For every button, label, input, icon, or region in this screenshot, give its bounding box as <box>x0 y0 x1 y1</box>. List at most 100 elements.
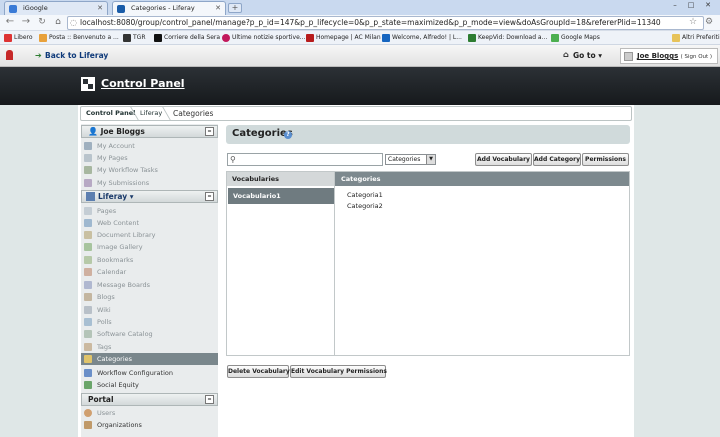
home-icon[interactable]: ⌂ <box>52 16 64 29</box>
bookmark-google-maps[interactable]: Google Maps <box>551 33 600 43</box>
edit-vocabulary-permissions-button[interactable]: Edit Vocabulary Permissions <box>290 365 387 378</box>
bookmark-label: Welcome, Alfredo! | L... <box>392 34 462 41</box>
tab-categories-liferay[interactable]: Categories - Liferay ✕ <box>112 1 226 15</box>
corriere-icon <box>154 34 162 42</box>
delete-vocabulary-button[interactable]: Delete Vocabulary <box>227 365 290 378</box>
sidebar-item-message-boards[interactable]: Message Boards <box>84 279 216 291</box>
sidebar-item-image-gallery[interactable]: Image Gallery <box>84 241 216 253</box>
users-icon <box>84 409 92 417</box>
sidebar-item-label: Workflow Configuration <box>97 369 173 377</box>
sidebar-item-workflow-configuration[interactable]: Workflow Configuration <box>84 367 216 379</box>
collapse-toggle[interactable]: – <box>205 395 214 404</box>
sidebar-item-pages[interactable]: Pages <box>84 205 216 217</box>
sidebar-item-label: Categories <box>97 355 133 363</box>
igoogle-icon <box>9 5 17 13</box>
category-item[interactable]: Categoria2 <box>347 202 383 210</box>
help-icon[interactable]: ? <box>284 131 292 139</box>
sidebar-item-document-library[interactable]: Document Library <box>84 229 216 241</box>
close-tab-icon[interactable]: ✕ <box>215 2 221 15</box>
other-bookmarks[interactable]: Altri Preferiti <box>672 33 720 43</box>
control-panel-header: Control Panel <box>0 67 720 105</box>
sidebar-item-label: Image Gallery <box>97 243 143 251</box>
sidebar-item-social-equity[interactable]: Social Equity <box>84 379 216 391</box>
bookmark-linkedin[interactable]: Welcome, Alfredo! | L... <box>382 33 462 43</box>
panel-header-user[interactable]: 👤 Joe Bloggs – <box>81 125 218 138</box>
back-arrow-icon: ➔ <box>35 51 42 60</box>
new-tab-button[interactable]: + <box>228 3 242 13</box>
wrench-icon[interactable]: ⚙ <box>703 16 715 29</box>
mail-icon <box>39 34 47 42</box>
bookmark-keepvid[interactable]: KeepVid: Download a... <box>468 33 547 43</box>
reload-icon[interactable]: ↻ <box>36 16 48 29</box>
breadcrumb-categories: Categories <box>173 109 214 118</box>
bookmark-posta[interactable]: Posta :: Benvenuto a ... <box>39 33 119 43</box>
sidebar-item-my-submissions[interactable]: My Submissions <box>84 177 216 189</box>
bookmark-label: KeepVid: Download a... <box>478 34 548 41</box>
page-title[interactable]: Control Panel <box>101 77 185 90</box>
blog-icon <box>84 293 92 301</box>
search-input[interactable]: ⚲ <box>227 153 383 166</box>
vocabulary-item-selected[interactable]: Vocabulario1 <box>228 188 334 204</box>
sidebar-item-calendar[interactable]: Calendar <box>84 266 216 278</box>
category-item[interactable]: Categoria1 <box>347 191 383 199</box>
forward-arrow-icon[interactable]: → <box>20 16 32 29</box>
sidebar-item-my-workflow-tasks[interactable]: My Workflow Tasks <box>84 164 216 176</box>
linkedin-icon <box>382 34 390 42</box>
panel-header-portal[interactable]: Portal – <box>81 393 218 406</box>
sidebar-item-organizations[interactable]: Organizations <box>84 419 216 431</box>
sidebar-item-users[interactable]: Users <box>84 407 216 419</box>
tab-igoogle[interactable]: iGoogle ✕ <box>4 1 108 15</box>
back-to-liferay-link[interactable]: ➔ Back to Liferay <box>35 51 108 60</box>
sidebar-item-categories[interactable]: Categories <box>81 353 218 365</box>
bookmark-tgr[interactable]: TGR <box>123 33 145 43</box>
pin-icon[interactable] <box>6 50 13 60</box>
workflow-icon <box>84 369 92 377</box>
add-vocabulary-button[interactable]: Add Vocabulary <box>475 153 532 166</box>
account-icon <box>84 142 92 150</box>
collapse-toggle[interactable]: – <box>205 127 214 136</box>
calendar-icon <box>84 268 92 276</box>
web-content-icon <box>84 219 92 227</box>
address-bar[interactable]: ◌ localhost:8080/group/control_panel/man… <box>67 16 704 30</box>
select-value: Categories <box>388 156 421 163</box>
add-category-button[interactable]: Add Category <box>533 153 581 166</box>
sidebar-item-my-account[interactable]: My Account <box>84 140 216 152</box>
user-name[interactable]: Joe Bloggs <box>637 52 678 60</box>
panel-header-liferay[interactable]: Liferay ▾ – <box>81 190 218 203</box>
permissions-button[interactable]: Permissions <box>582 153 629 166</box>
sidebar-item-my-pages[interactable]: My Pages <box>84 152 216 164</box>
collapse-toggle[interactable]: – <box>205 192 214 201</box>
sidebar-item-web-content[interactable]: Web Content <box>84 217 216 229</box>
back-arrow-icon[interactable]: ← <box>4 16 16 29</box>
user-menu[interactable]: Joe Bloggs ( Sign Out ) <box>620 48 718 64</box>
page-icon: ◌ <box>70 18 77 27</box>
bookmark-corriere[interactable]: Corriere della Sera <box>154 33 220 43</box>
sidebar-item-bookmarks[interactable]: Bookmarks <box>84 254 216 266</box>
sidebar-item-blogs[interactable]: Blogs <box>84 291 216 303</box>
maximize-button[interactable]: □ <box>684 1 698 10</box>
sidebar-item-polls[interactable]: Polls <box>84 316 216 328</box>
go-to-menu[interactable]: ⌂ Go to ▾ <box>563 50 602 60</box>
close-window-button[interactable]: ✕ <box>701 1 715 10</box>
bookmark-label: Corriere della Sera <box>164 34 221 41</box>
minimize-button[interactable]: – <box>668 1 682 10</box>
acmilan-icon <box>306 34 314 42</box>
bookmark-icon <box>84 256 92 264</box>
sidebar-item-tags[interactable]: Tags <box>84 341 216 353</box>
submissions-icon <box>84 179 92 187</box>
bookmark-libero[interactable]: Libero <box>4 33 33 43</box>
bookmark-acmilan[interactable]: Homepage | AC Milan <box>306 33 381 43</box>
bookmark-sport[interactable]: Ultime notizie sportive... <box>222 33 306 43</box>
search-type-select[interactable]: Categories ▼ <box>385 154 436 165</box>
keepvid-icon <box>468 34 476 42</box>
tgr-icon <box>123 34 131 42</box>
star-icon[interactable]: ☆ <box>687 16 699 29</box>
site-icon <box>86 192 95 201</box>
chevron-down-icon: ▼ <box>426 155 435 164</box>
sign-out-link[interactable]: ( Sign Out ) <box>681 54 713 60</box>
sidebar-item-label: Blogs <box>97 293 115 301</box>
close-tab-icon[interactable]: ✕ <box>97 2 103 15</box>
sidebar-item-label: Tags <box>97 343 112 351</box>
sidebar-item-wiki[interactable]: Wiki <box>84 304 216 316</box>
sidebar-item-software-catalog[interactable]: Software Catalog <box>84 328 216 340</box>
